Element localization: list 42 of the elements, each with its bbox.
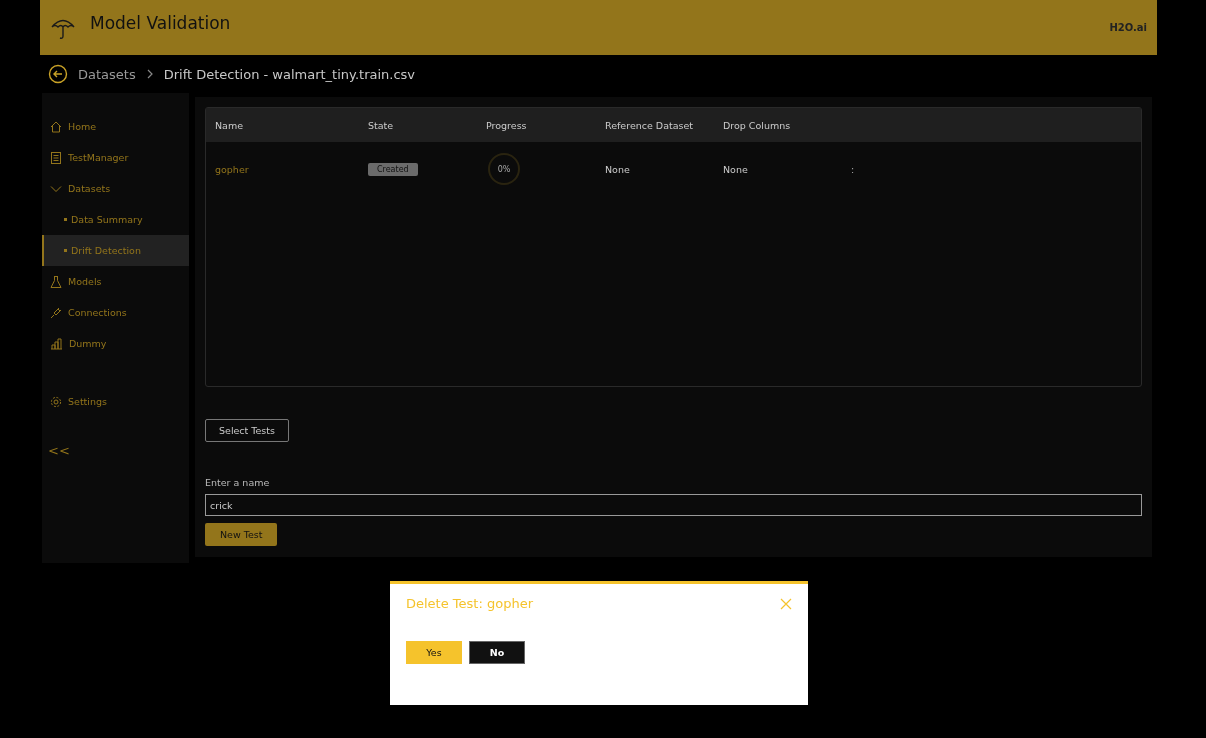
cancel-button[interactable]: No	[469, 641, 525, 664]
test-name[interactable]: gopher	[215, 163, 368, 175]
dialog-title: Delete Test: gopher	[406, 596, 533, 611]
column-header: Drop Columns	[723, 119, 792, 131]
nav-item[interactable]: Home	[42, 111, 189, 142]
state-badge: Created	[368, 162, 418, 176]
plug-icon	[50, 306, 62, 319]
select-tests-button[interactable]: Select Tests	[205, 419, 289, 442]
home-icon	[50, 120, 62, 133]
breadcrumb-current: Drift Detection - walmart_tiny.train.csv	[163, 66, 416, 82]
nav-subitem[interactable]: Drift Detection	[42, 235, 189, 266]
progress-ring: 0%	[486, 151, 522, 187]
app-title: Model Validation	[90, 12, 231, 33]
confirm-button[interactable]: Yes	[406, 641, 462, 664]
column-header: Reference Dataset	[605, 119, 695, 131]
nav-item[interactable]: Models	[42, 266, 189, 297]
table-cell-text: None	[723, 163, 749, 175]
column-header: Name	[215, 119, 245, 131]
chevron-right-icon	[145, 69, 154, 79]
bullet-icon	[64, 218, 67, 221]
name-field[interactable]: crick	[205, 494, 1142, 516]
field-label: Enter a name	[205, 477, 270, 488]
bullet-icon	[64, 249, 67, 252]
nav-item[interactable]: Datasets	[42, 173, 189, 204]
column-header: State	[368, 119, 395, 131]
new-test-button[interactable]: New Test	[205, 523, 278, 546]
nav-subitem[interactable]: Data Summary	[42, 204, 189, 235]
column-header: Progress	[486, 119, 528, 131]
settings-icon	[50, 395, 62, 408]
list-icon	[50, 151, 62, 164]
flask-icon	[50, 275, 62, 288]
back-icon[interactable]	[48, 64, 68, 84]
nav-item[interactable]: Connections	[42, 297, 189, 328]
brand-logo: H2O.ai	[1109, 22, 1147, 33]
nav-item[interactable]: Settings	[42, 386, 189, 417]
breadcrumb-link[interactable]: Datasets	[78, 66, 136, 82]
chart-icon	[50, 337, 63, 350]
more-button[interactable]: :	[851, 163, 855, 175]
collapse-button[interactable]: <<	[48, 443, 70, 458]
nav-item[interactable]: Dummy	[42, 328, 189, 359]
nav-item[interactable]: TestManager	[42, 142, 189, 173]
table-cell-text: None	[605, 163, 631, 175]
